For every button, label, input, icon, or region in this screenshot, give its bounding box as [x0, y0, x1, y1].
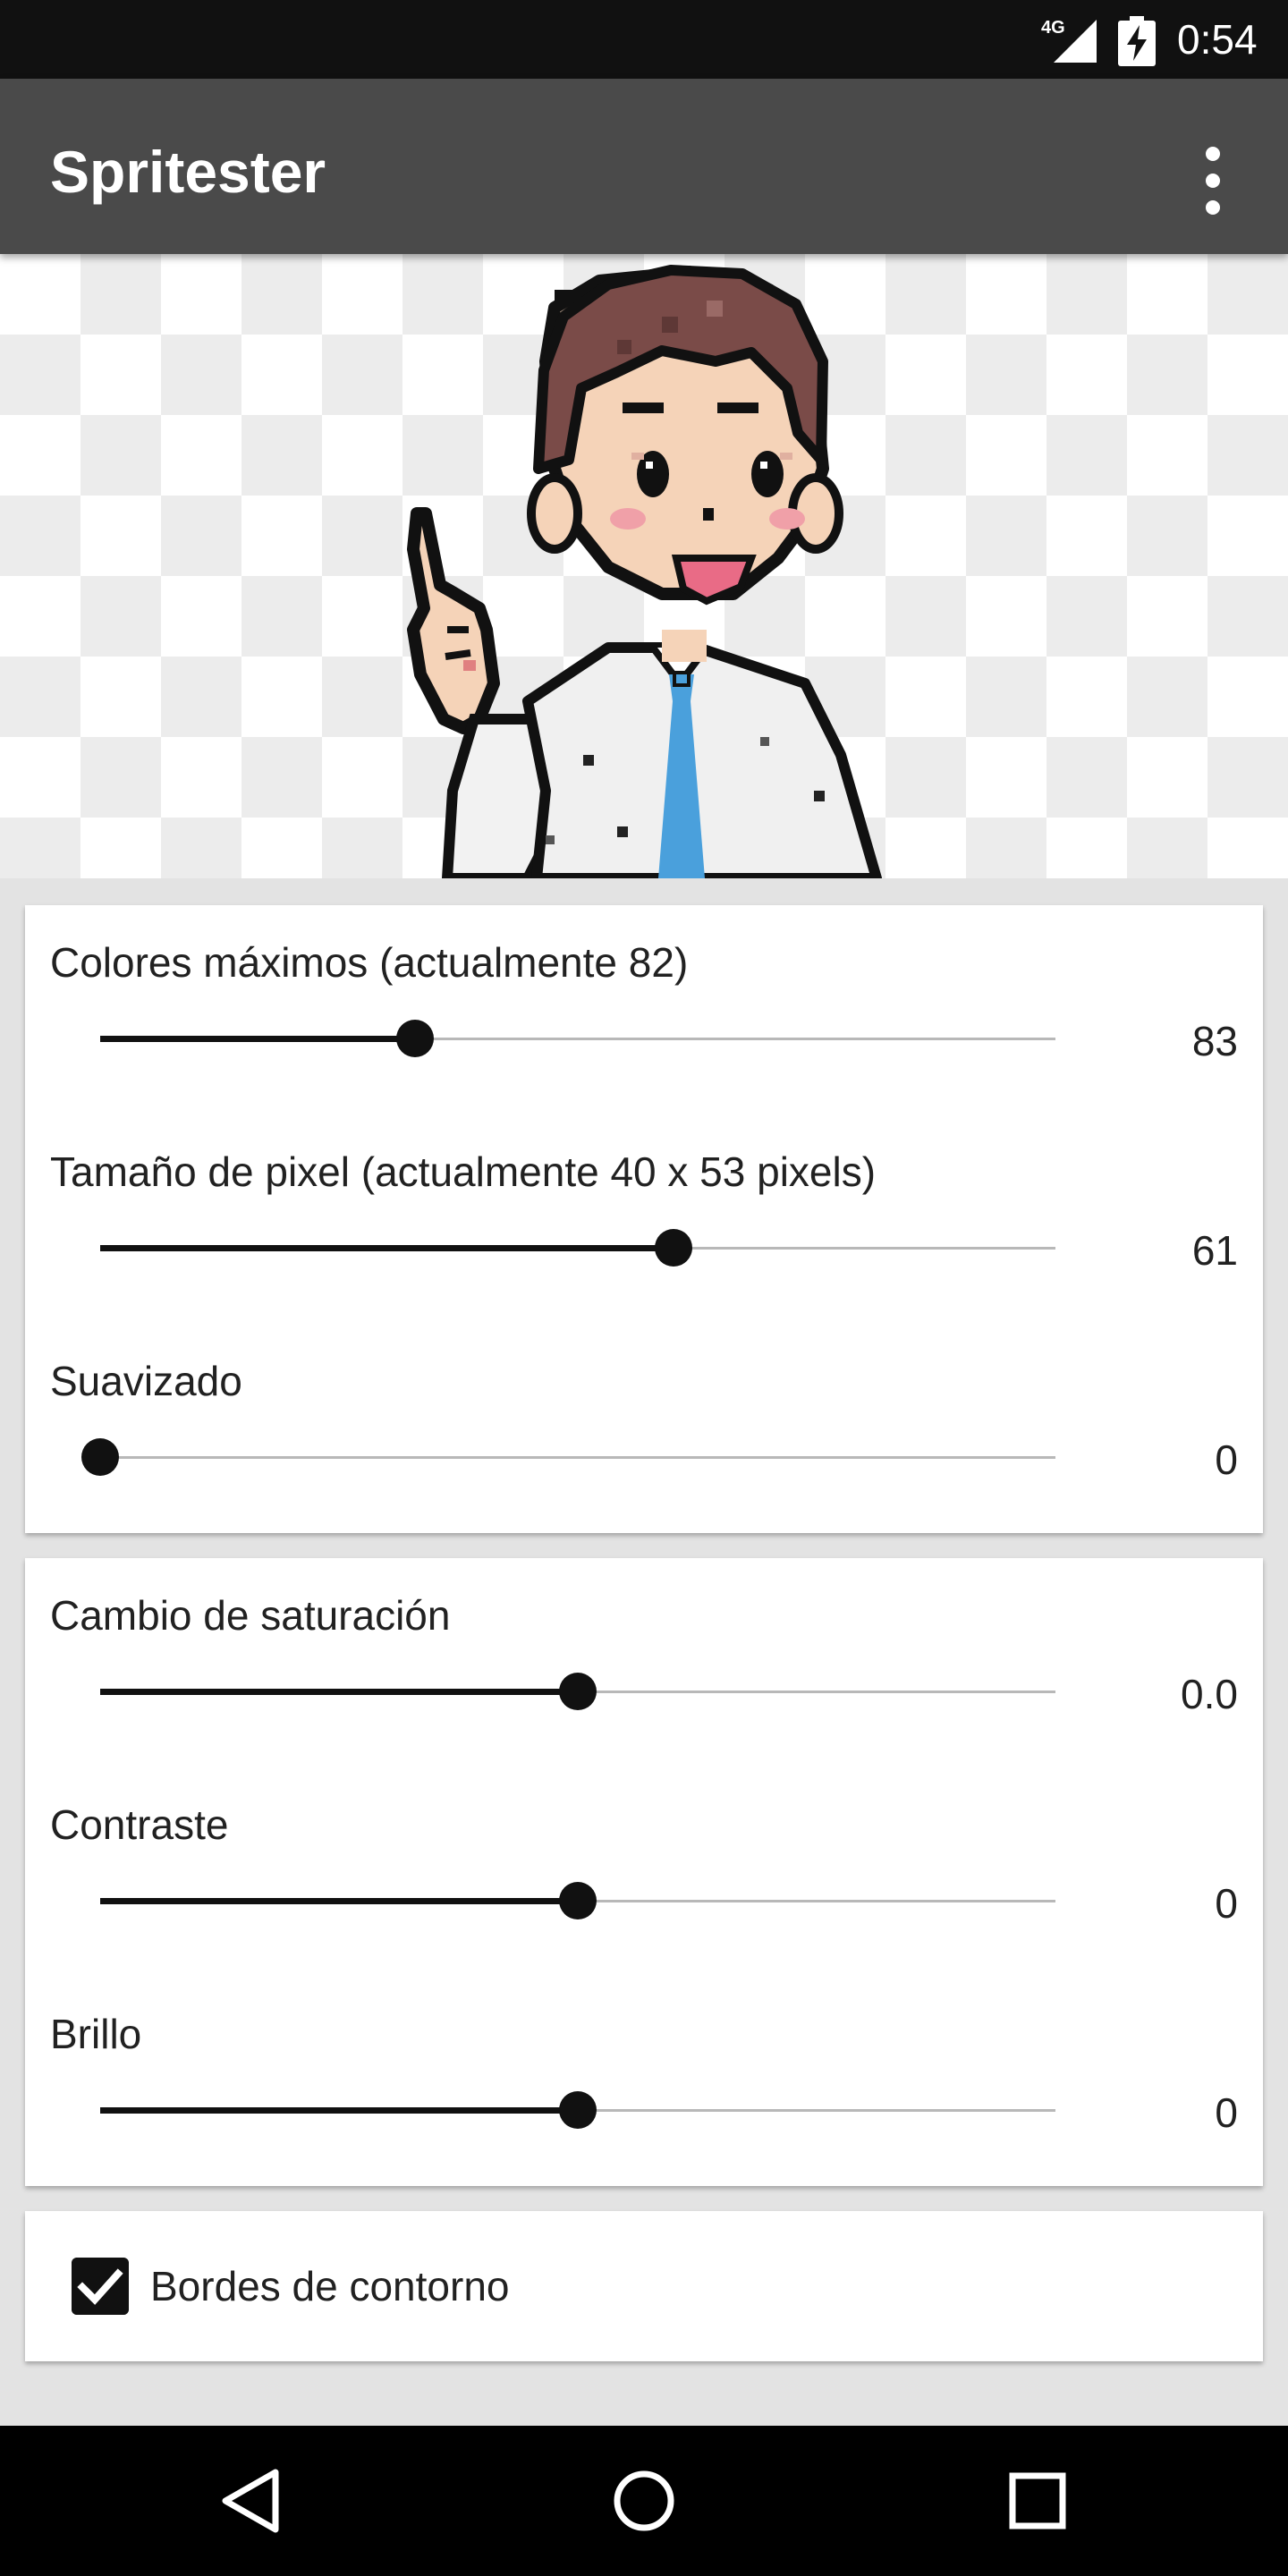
slider-fill — [100, 2107, 578, 2114]
saturation-slider[interactable] — [100, 1673, 1055, 1710]
slider-thumb[interactable] — [559, 1673, 597, 1710]
clock: 0:54 — [1177, 16, 1258, 63]
slider-thumb[interactable] — [559, 1882, 597, 1919]
sprite-preview — [0, 254, 1288, 878]
navigation-bar — [0, 2426, 1288, 2576]
contrast-slider[interactable] — [100, 1882, 1055, 1919]
slider-thumb[interactable] — [654, 1229, 692, 1267]
battery-charging-icon — [1118, 16, 1156, 66]
setting-label: Brillo — [50, 2011, 142, 2057]
setting-value: 0 — [1215, 1436, 1238, 1483]
status-bar: 4G 0:54 — [0, 0, 1288, 79]
smoothing-slider[interactable] — [81, 1438, 1055, 1476]
setting-pixel-size: Tamaño de pixel (actualmente 40 x 53 pix… — [25, 1114, 1263, 1324]
setting-saturation: Cambio de saturación 0.0 — [25, 1558, 1263, 1767]
setting-value: 61 — [1191, 1227, 1238, 1274]
sprite-image — [407, 265, 882, 878]
recents-icon[interactable] — [1004, 2465, 1072, 2537]
setting-value: 0 — [1215, 2089, 1238, 2136]
slider-thumb[interactable] — [559, 2091, 597, 2129]
image-settings-card: Colores máximos (actualmente 82) 83 Tama… — [25, 905, 1263, 1533]
outline-checkbox-row[interactable]: Bordes de contorno — [25, 2211, 1263, 2361]
setting-label: Suavizado — [50, 1358, 242, 1404]
back-icon[interactable] — [216, 2465, 284, 2537]
pixel-size-slider[interactable] — [100, 1229, 1055, 1267]
setting-value: 0 — [1215, 1880, 1238, 1927]
slider-fill — [100, 1689, 578, 1695]
setting-label: Cambio de saturación — [50, 1592, 451, 1639]
overflow-menu-icon[interactable] — [1186, 136, 1240, 225]
slider-thumb[interactable] — [81, 1438, 119, 1476]
brightness-slider[interactable] — [100, 2091, 1055, 2129]
checkbox-checked-icon[interactable] — [72, 2258, 129, 2315]
setting-label: Colores máximos (actualmente 82) — [50, 939, 689, 986]
app-title: Spritester — [50, 139, 326, 205]
app-bar: Spritester — [0, 79, 1288, 254]
max-colors-slider[interactable] — [100, 1020, 1055, 1057]
home-icon[interactable] — [608, 2465, 680, 2537]
setting-label: Contraste — [50, 1801, 229, 1848]
outline-card: Bordes de contorno — [25, 2211, 1263, 2361]
setting-smoothing: Suavizado 0 — [25, 1324, 1263, 1533]
setting-brightness: Brillo 0 — [25, 1977, 1263, 2186]
setting-label: Tamaño de pixel (actualmente 40 x 53 pix… — [50, 1148, 877, 1195]
slider-fill — [100, 1245, 674, 1251]
setting-value: 83 — [1191, 1018, 1238, 1064]
setting-max-colors: Colores máximos (actualmente 82) 83 — [25, 905, 1263, 1114]
setting-contrast: Contraste 0 — [25, 1767, 1263, 1977]
slider-fill — [100, 1898, 578, 1904]
outline-checkbox-label: Bordes de contorno — [150, 2263, 510, 2309]
setting-value: 0.0 — [1181, 1671, 1238, 1717]
signal-icon — [1054, 20, 1097, 63]
slider-thumb[interactable] — [396, 1020, 435, 1057]
color-settings-card: Cambio de saturación 0.0 Contraste 0 Bri… — [25, 1558, 1263, 2186]
slider-fill — [100, 1036, 416, 1042]
